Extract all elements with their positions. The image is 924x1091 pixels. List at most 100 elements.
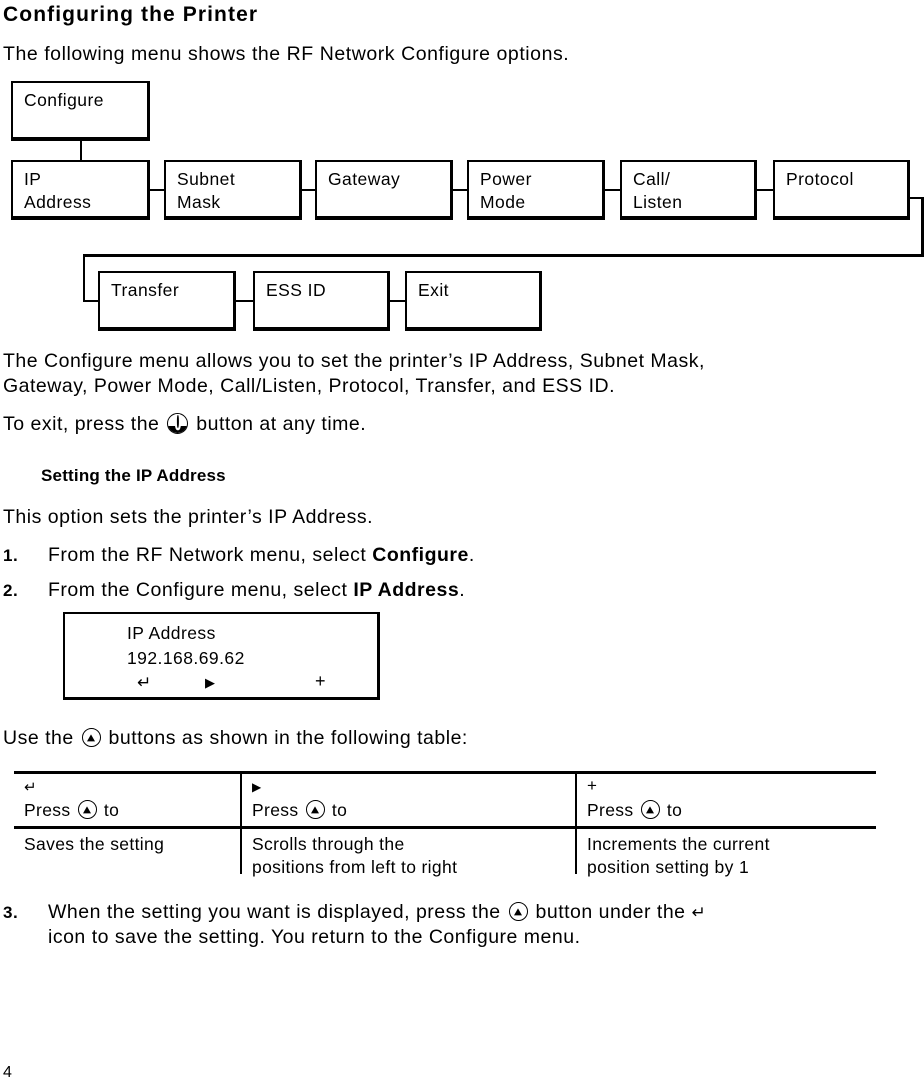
- diagram-node-label-2: Listen: [633, 192, 683, 212]
- circle-up-triangle-button-icon: [305, 800, 325, 819]
- diagram-node-label-2: Mode: [480, 192, 526, 212]
- connector-gateway-to-power: [453, 189, 467, 191]
- table-header-label: Press to: [252, 799, 347, 822]
- table-header-label: Press to: [24, 799, 119, 822]
- table-header-symbol: ↵: [24, 779, 37, 796]
- table-column-divider-1: [240, 774, 242, 874]
- configure-description-line1: The Configure menu allows you to set the…: [3, 350, 705, 372]
- lcd-line-1: IP Address: [127, 623, 216, 643]
- table-header-before: Press: [24, 800, 71, 820]
- section-lead-text: This option sets the printer’s IP Addres…: [3, 506, 374, 528]
- table-header-symbol: +: [587, 776, 598, 795]
- diagram-node-label: Call/: [633, 169, 671, 189]
- table-header-after: to: [331, 800, 348, 820]
- intro-paragraph: The following menu shows the RF Network …: [3, 43, 570, 65]
- document-page: Configuring the Printer The following me…: [0, 0, 924, 1091]
- table-cell-line2: position setting by 1: [587, 857, 750, 877]
- right-triangle-icon: ▶: [205, 675, 215, 690]
- step-text-line2: icon to save the setting. You return to …: [48, 926, 581, 948]
- table-header-label: Press to: [587, 799, 682, 822]
- step-text: From the Configure menu, select IP Addre…: [48, 578, 465, 603]
- diagram-node-ess-id: ESS ID: [253, 271, 390, 331]
- section-heading: Setting the IP Address: [41, 466, 226, 485]
- step-number: 1.: [3, 546, 19, 565]
- diagram-node-subnet-mask: Subnet Mask: [164, 160, 302, 220]
- diagram-node-gateway: Gateway: [315, 160, 453, 220]
- page-title: Configuring the Printer: [3, 3, 259, 26]
- button-function-table: ↵ Press to Saves the setting ▶ Press to …: [14, 771, 876, 877]
- exit-button-icon: [167, 413, 189, 434]
- table-cell-description: Increments the current position setting …: [587, 833, 770, 879]
- connector-ip-to-subnet: [150, 189, 164, 191]
- connector-wrap-segment-left: [83, 254, 924, 257]
- step-text-after: button under the: [535, 901, 686, 923]
- circle-up-triangle-button-icon: [508, 902, 528, 921]
- table-cell-description: Saves the setting: [24, 833, 164, 856]
- table-cell-description: Scrolls through the positions from left …: [252, 833, 457, 879]
- table-header-after: to: [666, 800, 683, 820]
- table-header-rule: [14, 826, 876, 829]
- printer-lcd-display: IP Address 192.168.69.62 ↵ ▶ +: [63, 612, 380, 700]
- step-text: From the RF Network menu, select Configu…: [48, 543, 475, 568]
- exit-instruction: To exit, press the button at any time.: [3, 412, 366, 437]
- connector-configure-to-ip: [80, 141, 82, 160]
- configure-menu-diagram: Configure IP Address Subnet Mask Gateway…: [0, 78, 924, 338]
- diagram-node-call-listen: Call/ Listen: [620, 160, 757, 220]
- diagram-node-label-2: Mask: [177, 192, 221, 212]
- diagram-node-protocol: Protocol: [773, 160, 910, 220]
- diagram-node-ip-address: IP Address: [11, 160, 150, 220]
- table-column-divider-2: [575, 774, 577, 874]
- circle-up-triangle-button-icon: [77, 800, 97, 819]
- exit-instruction-text-before: To exit, press the: [3, 413, 160, 435]
- diagram-node-label: Gateway: [328, 169, 401, 189]
- table-header-before: Press: [587, 800, 634, 820]
- table-header-after: to: [103, 800, 120, 820]
- table-intro-after: buttons as shown in the following table:: [108, 727, 468, 749]
- step-text-before: From the RF Network menu, select: [48, 544, 373, 566]
- step-text-emphasis: Configure: [372, 544, 469, 566]
- lcd-line-2: 192.168.69.62: [127, 648, 245, 668]
- diagram-node-transfer: Transfer: [98, 271, 236, 331]
- diagram-node-label: Subnet: [177, 169, 236, 189]
- connector-power-to-call: [605, 189, 620, 191]
- page-number: 4: [3, 1064, 12, 1081]
- table-cell-line1: Saves the setting: [24, 834, 165, 854]
- diagram-node-label-2: Address: [24, 192, 92, 212]
- diagram-node-label: IP: [24, 169, 42, 189]
- exit-instruction-text-after: button at any time.: [196, 413, 367, 435]
- circle-up-triangle-button-icon: [81, 728, 101, 747]
- table-intro-text: Use the buttons as shown in the followin…: [3, 726, 468, 751]
- step-text-after: .: [468, 544, 475, 566]
- table-cell-line2: positions from left to right: [252, 857, 458, 877]
- diagram-node-label: ESS ID: [266, 280, 327, 300]
- table-intro-before: Use the: [3, 727, 74, 749]
- connector-transfer-to-essid: [236, 300, 253, 302]
- table-cell-line1: Scrolls through the: [252, 834, 405, 854]
- connector-essid-to-exit: [390, 300, 405, 302]
- diagram-node-label: Configure: [24, 90, 104, 110]
- step-text: When the setting you want is displayed, …: [48, 900, 924, 950]
- step-text-emphasis: IP Address: [353, 579, 460, 601]
- connector-wrap-to-transfer: [83, 300, 98, 302]
- diagram-node-configure: Configure: [11, 81, 150, 141]
- step-text-before: When the setting you want is displayed, …: [48, 901, 501, 923]
- diagram-node-label: Protocol: [786, 169, 854, 189]
- table-top-rule: [14, 771, 876, 774]
- configure-description-line2: Gateway, Power Mode, Call/Listen, Protoc…: [3, 375, 615, 397]
- step-number: 2.: [3, 581, 19, 600]
- diagram-node-label: Transfer: [111, 280, 180, 300]
- circle-up-triangle-button-icon: [640, 800, 660, 819]
- table-header-before: Press: [252, 800, 299, 820]
- connector-wrap-segment-down2: [83, 254, 85, 302]
- table-cell-line1: Increments the current: [587, 834, 770, 854]
- enter-return-arrow-icon: ↵: [691, 903, 707, 922]
- enter-return-arrow-icon: ↵: [137, 673, 152, 692]
- diagram-node-exit: Exit: [405, 271, 542, 331]
- connector-subnet-to-gateway: [302, 189, 315, 191]
- connector-call-to-protocol: [757, 189, 773, 191]
- plus-icon: +: [315, 671, 326, 691]
- diagram-node-label: Exit: [418, 280, 449, 300]
- step-number: 3.: [3, 903, 19, 922]
- table-header-symbol: ▶: [252, 780, 262, 794]
- step-text-after: .: [459, 579, 466, 601]
